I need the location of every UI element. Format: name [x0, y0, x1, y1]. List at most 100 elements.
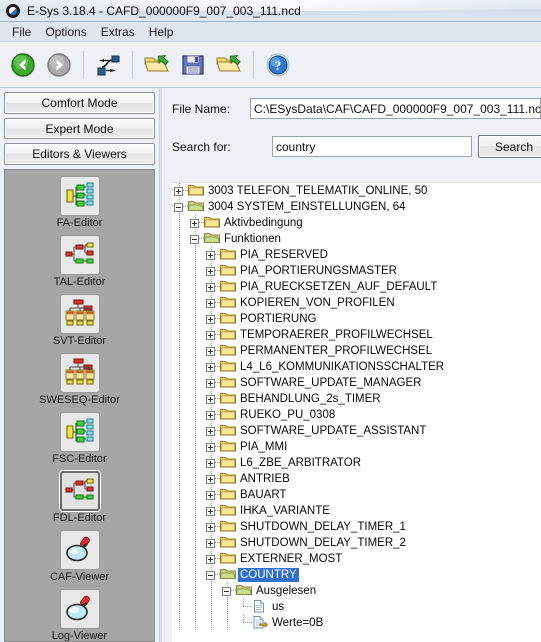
tree-row[interactable]: PIA_PORTIERUNGSMASTER [172, 263, 541, 279]
sidebar-item-fsc-editor[interactable]: FSC-Editor [5, 412, 154, 465]
tree-expand-toggle[interactable] [204, 471, 220, 487]
tree-row[interactable]: PIA_MMI [172, 439, 541, 455]
tree-row[interactable]: RUEKO_PU_0308 [172, 407, 541, 423]
tree-guide-line [195, 295, 196, 311]
filename-input[interactable]: C:\ESysData\CAF\CAFD_000000F9_007_003_11… [250, 98, 541, 119]
tree-row[interactable]: KOPIEREN_VON_PROFILEN [172, 295, 541, 311]
tree-expand-toggle[interactable] [204, 391, 220, 407]
tree-row[interactable]: Ausgelesen [172, 583, 541, 599]
tree-expand-toggle[interactable] [204, 423, 220, 439]
tree-expand-toggle[interactable] [204, 311, 220, 327]
tree-guide-line [179, 455, 180, 471]
sidebar-item-fa-editor[interactable]: FA-Editor [5, 176, 154, 229]
editors-viewers-button[interactable]: Editors & Viewers [4, 143, 155, 166]
sidebar-item-sweseq-editor[interactable]: SWESEQ-Editor [5, 353, 154, 406]
sidebar-item-tal-editor[interactable]: TAL-Editor [5, 235, 154, 288]
tree-row[interactable]: BEHANDLUNG_2s_TIMER [172, 391, 541, 407]
tree-row[interactable]: Werte=0B [172, 615, 541, 631]
tree-expand-toggle[interactable] [172, 183, 188, 199]
folder-closed-icon [220, 359, 238, 375]
open-file-button[interactable] [140, 48, 174, 82]
search-row: Search for: country Search [172, 135, 541, 158]
tree-guide-line [227, 599, 228, 615]
tree-collapse-toggle[interactable] [204, 567, 220, 583]
toolbar-separator-1 [83, 50, 84, 79]
tree-guide-line [179, 311, 180, 327]
tree-collapse-toggle[interactable] [172, 199, 188, 215]
tree-row[interactable]: PERMANENTER_PROFILWECHSEL [172, 343, 541, 359]
tree-row[interactable]: 3004 SYSTEM_EINSTELLUNGEN, 64 [172, 199, 541, 215]
sidebar-item-caf-viewer[interactable]: CAF-Viewer [5, 530, 154, 583]
tree-expand-toggle[interactable] [204, 407, 220, 423]
tree-expand-toggle[interactable] [204, 455, 220, 471]
tree-expand-toggle[interactable] [188, 215, 204, 231]
tree-row[interactable]: L6_ZBE_ARBITRATOR [172, 455, 541, 471]
tree-row[interactable]: Aktivbedingung [172, 215, 541, 231]
sidebar-item-fdl-editor[interactable]: FDL-Editor [5, 471, 154, 524]
sidebar-item-label: SVT-Editor [52, 335, 107, 348]
tree-row[interactable]: TEMPORAERER_PROFILWECHSEL [172, 327, 541, 343]
tree-expand-toggle[interactable] [204, 439, 220, 455]
expert-mode-button[interactable]: Expert Mode [4, 117, 155, 140]
tree-row[interactable]: SHUTDOWN_DELAY_TIMER_2 [172, 535, 541, 551]
sidebar-item-log-viewer[interactable]: Log-Viewer [5, 589, 154, 641]
open-folder-button[interactable] [212, 48, 246, 82]
tree-expand-toggle[interactable] [204, 263, 220, 279]
tree-expand-toggle[interactable] [204, 519, 220, 535]
tree-expand-toggle[interactable] [204, 551, 220, 567]
tree-row[interactable]: EXTERNER_MOST [172, 551, 541, 567]
tree-row[interactable]: BAUART [172, 487, 541, 503]
connect-button[interactable] [91, 48, 125, 82]
tree-expand-toggle[interactable] [204, 487, 220, 503]
tree-row[interactable]: PIA_RUECKSETZEN_AUF_DEFAULT [172, 279, 541, 295]
tree-collapse-toggle[interactable] [188, 231, 204, 247]
sidebar-item-label: FA-Editor [56, 217, 103, 230]
menu-item-file[interactable]: File [5, 23, 38, 41]
tree-expand-toggle[interactable] [204, 503, 220, 519]
tree-row[interactable]: PIA_RESERVED [172, 247, 541, 263]
tree-expand-toggle[interactable] [204, 343, 220, 359]
ncd-tree-view[interactable]: 3003 TELEFON_TELEMATIK_ONLINE, 50 3004 SY… [172, 182, 541, 642]
tree-row[interactable]: 3003 TELEFON_TELEMATIK_ONLINE, 50 [172, 183, 541, 199]
toolbar-separator-3 [253, 50, 254, 79]
tree-guide-line [195, 375, 196, 391]
folder-closed-icon [220, 263, 238, 279]
tree-row-label: Werte=0B [272, 617, 324, 629]
tree-expand-toggle[interactable] [204, 535, 220, 551]
tree-guide-line [179, 247, 180, 263]
tree-expand-toggle[interactable] [204, 247, 220, 263]
tree-row[interactable]: SOFTWARE_UPDATE_MANAGER [172, 375, 541, 391]
tree-collapse-toggle[interactable] [220, 583, 236, 599]
tree-row[interactable]: PORTIERUNG [172, 311, 541, 327]
tree-indent [172, 503, 204, 519]
tree-expand-toggle[interactable] [204, 279, 220, 295]
sidebar-item-svt-editor[interactable]: SVT-Editor [5, 294, 154, 347]
search-input[interactable]: country [272, 136, 472, 157]
tree-indent [172, 487, 204, 503]
tree-guide-line [195, 551, 196, 567]
tree-row[interactable]: SOFTWARE_UPDATE_ASSISTANT [172, 423, 541, 439]
comfort-mode-button[interactable]: Comfort Mode [4, 92, 155, 114]
tree-expand-toggle[interactable] [204, 375, 220, 391]
tree-row[interactable]: COUNTRY [172, 567, 541, 583]
tree-row[interactable]: ANTRIEB [172, 471, 541, 487]
tree-guide-line [195, 391, 196, 407]
tree-expand-toggle[interactable] [204, 295, 220, 311]
tree-guide-line [179, 231, 180, 247]
menu-item-options[interactable]: Options [38, 23, 93, 41]
search-button[interactable]: Search [478, 135, 541, 158]
back-button[interactable] [6, 48, 40, 82]
tree-expand-toggle[interactable] [204, 359, 220, 375]
tree-row[interactable]: SHUTDOWN_DELAY_TIMER_1 [172, 519, 541, 535]
tree-row[interactable]: Funktionen [172, 231, 541, 247]
help-button[interactable]: ? [261, 48, 295, 82]
save-file-button[interactable] [176, 48, 210, 82]
tree-row[interactable]: us [172, 599, 541, 615]
menu-item-help[interactable]: Help [142, 23, 181, 41]
tree-row-label: 3004 SYSTEM_EINSTELLUNGEN, 64 [208, 201, 406, 213]
forward-button[interactable] [42, 48, 76, 82]
tree-expand-toggle[interactable] [204, 327, 220, 343]
menu-item-extras[interactable]: Extras [94, 23, 142, 41]
tree-row[interactable]: IHKA_VARIANTE [172, 503, 541, 519]
tree-row[interactable]: L4_L6_KOMMUNIKATIONSSCHALTER [172, 359, 541, 375]
